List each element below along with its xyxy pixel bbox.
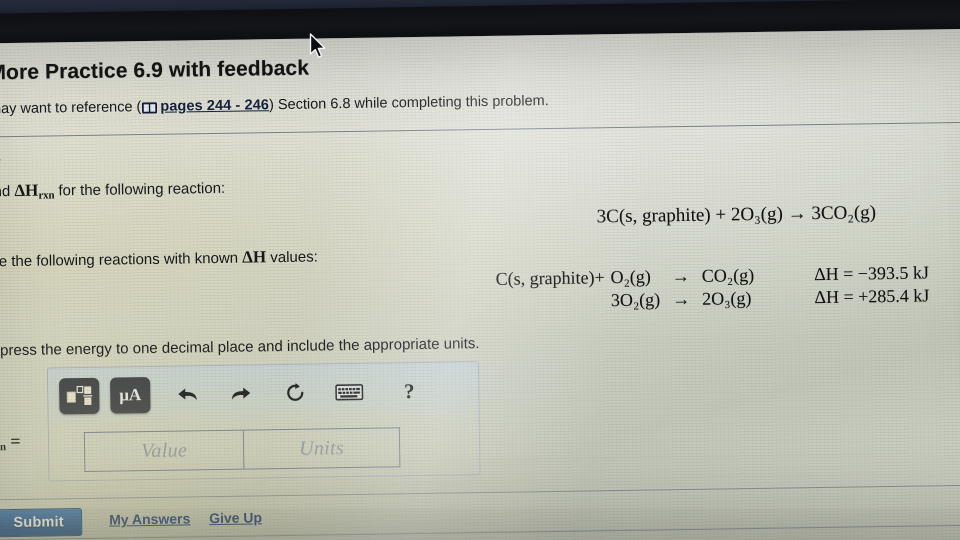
divider-bottom (0, 484, 960, 501)
reference-prefix: may want to reference ( (0, 99, 142, 118)
reference-link[interactable]: pages 244 - 246 (160, 97, 269, 115)
answer-panel: μA ? Value Units (46, 361, 481, 482)
problem-line1-suffix: for the following reaction: (58, 179, 226, 200)
reaction-2-arrow: → (672, 288, 691, 310)
template-button[interactable] (59, 377, 100, 415)
problem-line2-prefix: se the following reactions with known (0, 249, 239, 271)
value-input[interactable]: Value (83, 429, 245, 472)
reaction-1-reactant-1: C(s, graphite) (495, 267, 595, 289)
reaction-2-reactant-2: 3O₂(g) (610, 289, 661, 311)
keyboard-icon (335, 383, 364, 401)
target-reaction-equation: 3C(s, graphite) + 2O₃(g) → 3CO₂(g) (596, 202, 877, 228)
reaction-2-plus (595, 289, 611, 312)
reaction-1-arrow: → (671, 265, 690, 287)
part-label: A (0, 147, 1, 165)
reset-button[interactable] (278, 376, 313, 411)
screen-surface: More Practice 6.9 with feedback may want… (0, 28, 960, 540)
divider-top (0, 121, 960, 138)
book-icon (142, 102, 158, 118)
micro-angstrom-label: μA (119, 385, 142, 405)
answer-lhs-label: ΔHrxn = (0, 431, 21, 454)
my-answers-link[interactable]: My Answers (109, 510, 190, 527)
equation-toolbar: μA ? (47, 362, 479, 425)
template-icon (66, 385, 93, 405)
problem-line2-suffix: values: (270, 248, 318, 267)
answer-delta-h-subscript: rxn (0, 441, 6, 454)
problem-line1-prefix: ind (0, 183, 11, 201)
redo-icon (231, 387, 251, 400)
undo-icon (178, 388, 197, 401)
reaction-1-product: CO₂(g) (701, 265, 755, 286)
submit-button[interactable]: Submit (0, 508, 83, 538)
photographed-screen: More Practice 6.9 with feedback may want… (0, 0, 960, 540)
micro-angstrom-button[interactable]: μA (110, 376, 151, 414)
units-input[interactable]: Units (243, 427, 401, 470)
delta-h-symbol-2: ΔH (242, 247, 267, 267)
undo-button[interactable] (170, 377, 205, 412)
keyboard-button[interactable] (332, 375, 367, 410)
reaction-1-enthalpy: ΔH = −393.5 kJ (813, 262, 930, 285)
redo-button[interactable] (224, 376, 259, 411)
reference-suffix: ) Section 6.8 while completing this prob… (268, 93, 549, 114)
answer-equals-sign: = (10, 430, 21, 452)
problem-statement-line-2: se the following reactions with known ΔH… (0, 246, 318, 271)
answer-instruction: xpress the energy to one decimal place a… (0, 335, 480, 360)
reference-line: may want to reference ( pages 244 - 246)… (0, 93, 549, 120)
help-label: ? (403, 378, 415, 403)
problem-statement-line-1: ind ΔHrxn for the following reaction: (0, 178, 225, 202)
page-title: More Practice 6.9 with feedback (0, 56, 310, 85)
reaction-2-enthalpy: ΔH = +285.4 kJ (814, 285, 930, 308)
reaction-1-reactant-2: O₂(g) (610, 266, 651, 288)
give-up-link[interactable]: Give Up (209, 509, 262, 526)
delta-h-subscript: rxn (38, 189, 55, 202)
known-reactions-table: C(s, graphite) + O₂(g) → CO₂(g) ΔH = −39… (495, 261, 929, 313)
page-content: More Practice 6.9 with feedback may want… (0, 28, 960, 540)
answer-input-row: Value Units (49, 422, 480, 476)
delta-h-symbol: ΔH (14, 180, 39, 200)
reaction-2-product: 2O₃(g) (702, 288, 752, 309)
reaction-1-plus: + (594, 267, 605, 288)
help-button[interactable]: ? (392, 374, 427, 409)
reset-icon (287, 383, 304, 401)
reaction-2-reactant-1 (496, 289, 595, 313)
